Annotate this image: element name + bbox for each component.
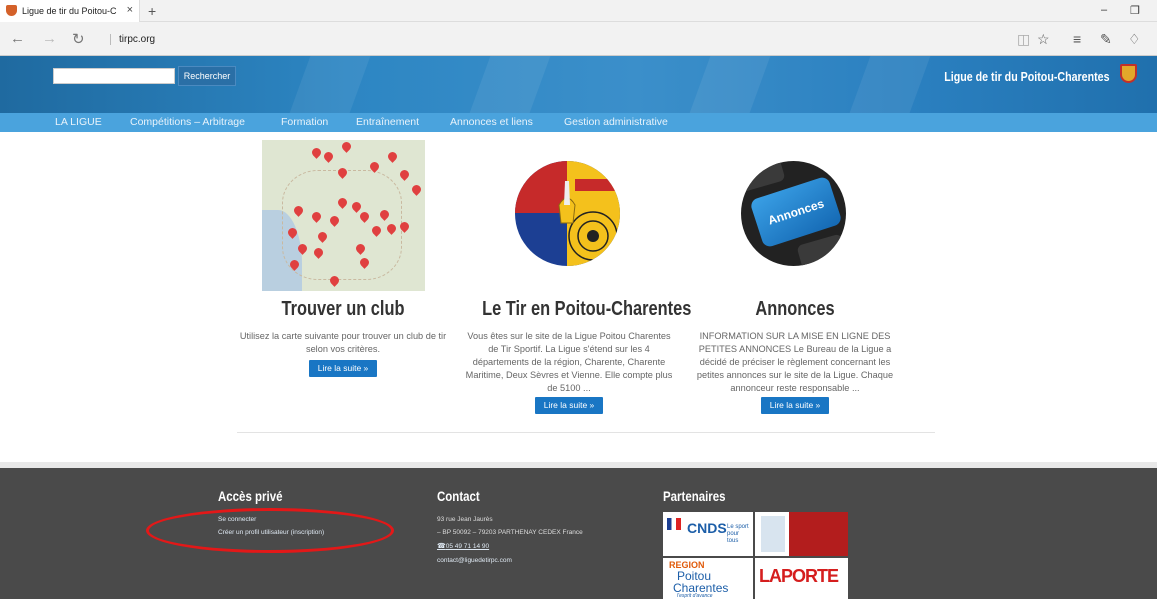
- tab-title: Ligue de tir du Poitou-C: [22, 6, 117, 16]
- web-note-icon[interactable]: ✎: [1100, 31, 1112, 48]
- contact-phone-number[interactable]: 05 49 71 14 90: [446, 543, 489, 550]
- share-icon[interactable]: ♢: [1128, 31, 1141, 48]
- partner-logo-drjscs[interactable]: [755, 512, 848, 556]
- annonces-key-image[interactable]: Annonces: [741, 161, 846, 266]
- new-tab-button[interactable]: +: [148, 3, 156, 19]
- site-title[interactable]: Ligue de tir du Poitou-Charentes: [945, 69, 1110, 84]
- read-more-button-tir[interactable]: Lire la suite »: [535, 397, 603, 414]
- contact-address-line2: – BP 50092 – 79203 PARTHENAY CEDEX Franc…: [437, 529, 583, 536]
- crest-logo-icon: [1120, 64, 1137, 83]
- forward-icon[interactable]: →: [42, 30, 57, 47]
- refresh-icon[interactable]: ↻: [72, 30, 85, 48]
- cnds-label: CNDS: [687, 520, 727, 536]
- minimize-button[interactable]: –: [1101, 4, 1107, 16]
- main-menu: LA LIGUE Compétitions – Arbitrage Format…: [0, 113, 1157, 132]
- read-more-button-annonces[interactable]: Lire la suite »: [761, 397, 829, 414]
- league-emblem-image[interactable]: [515, 161, 620, 266]
- phone-icon: ☎: [437, 543, 446, 550]
- restore-button[interactable]: ❐: [1130, 4, 1140, 17]
- back-icon[interactable]: ←: [10, 30, 25, 47]
- partner-logo-cnds[interactable]: CNDS Le sport pour tous: [663, 512, 753, 556]
- menu-item-entrainement[interactable]: Entraînement: [356, 116, 419, 128]
- highlight-annotation-oval: [146, 508, 394, 553]
- footer-heading-private: Accès privé: [218, 488, 283, 504]
- search-button[interactable]: Rechercher: [178, 66, 236, 86]
- reading-view-icon[interactable]: ◫: [1017, 31, 1030, 48]
- contact-email[interactable]: contact@liguedetirpc.com: [437, 557, 512, 564]
- search-input[interactable]: [53, 68, 175, 84]
- laporte-label: LAPORTE: [759, 566, 839, 586]
- footer-heading-partners: Partenaires: [663, 488, 726, 504]
- footer-heading-contact: Contact: [437, 488, 480, 504]
- url-field[interactable]: tirpc.org: [110, 34, 155, 45]
- column-heading-club[interactable]: Trouver un club: [256, 298, 430, 321]
- contact-phone[interactable]: ☎05 49 71 14 90: [437, 542, 489, 550]
- menu-item-competitions[interactable]: Compétitions – Arbitrage: [130, 116, 245, 128]
- column-heading-tir[interactable]: Le Tir en Poitou-Charentes: [482, 298, 691, 321]
- partner-logo-region[interactable]: REGION Poitou Charentes l'esprit d'avanc…: [663, 558, 753, 599]
- browser-tab-strip: Ligue de tir du Poitou-C × + – ❐: [0, 0, 1157, 22]
- favorite-star-icon[interactable]: ☆: [1037, 31, 1050, 48]
- tab-close-icon[interactable]: ×: [127, 4, 133, 16]
- cnds-tagline: Le sport pour tous: [727, 524, 749, 544]
- browser-tab[interactable]: Ligue de tir du Poitou-C ×: [0, 0, 140, 22]
- menu-item-annonces-liens[interactable]: Annonces et liens: [450, 116, 533, 128]
- menu-item-gestion[interactable]: Gestion administrative: [564, 116, 668, 128]
- menu-item-la-ligue[interactable]: LA LIGUE: [55, 116, 102, 128]
- column-text-tir: Vous êtes sur le site de la Ligue Poitou…: [465, 331, 673, 393]
- menu-item-formation[interactable]: Formation: [281, 116, 328, 128]
- site-favicon-icon: [6, 5, 17, 16]
- column-heading-annonces[interactable]: Annonces: [708, 298, 882, 321]
- column-text-annonces: INFORMATION SUR LA MISE EN LIGNE DES PET…: [696, 331, 894, 393]
- partner-logo-laporte[interactable]: LAPORTE: [755, 558, 848, 599]
- site-header-banner: Rechercher Ligue de tir du Poitou-Charen…: [0, 56, 1157, 113]
- address-bar: ← → ↻ tirpc.org ◫ ☆ ≡ ✎ ♢: [0, 22, 1157, 56]
- region-label-4: l'esprit d'avance: [677, 593, 713, 599]
- content-divider: [237, 432, 935, 433]
- read-more-button-club[interactable]: Lire la suite »: [309, 360, 377, 377]
- column-text-club: Utilisez la carte suivante pour trouver …: [239, 331, 447, 354]
- club-map-image[interactable]: [262, 140, 425, 291]
- hub-icon[interactable]: ≡: [1073, 31, 1081, 47]
- contact-address-line1: 93 rue Jean Jaurès: [437, 516, 493, 523]
